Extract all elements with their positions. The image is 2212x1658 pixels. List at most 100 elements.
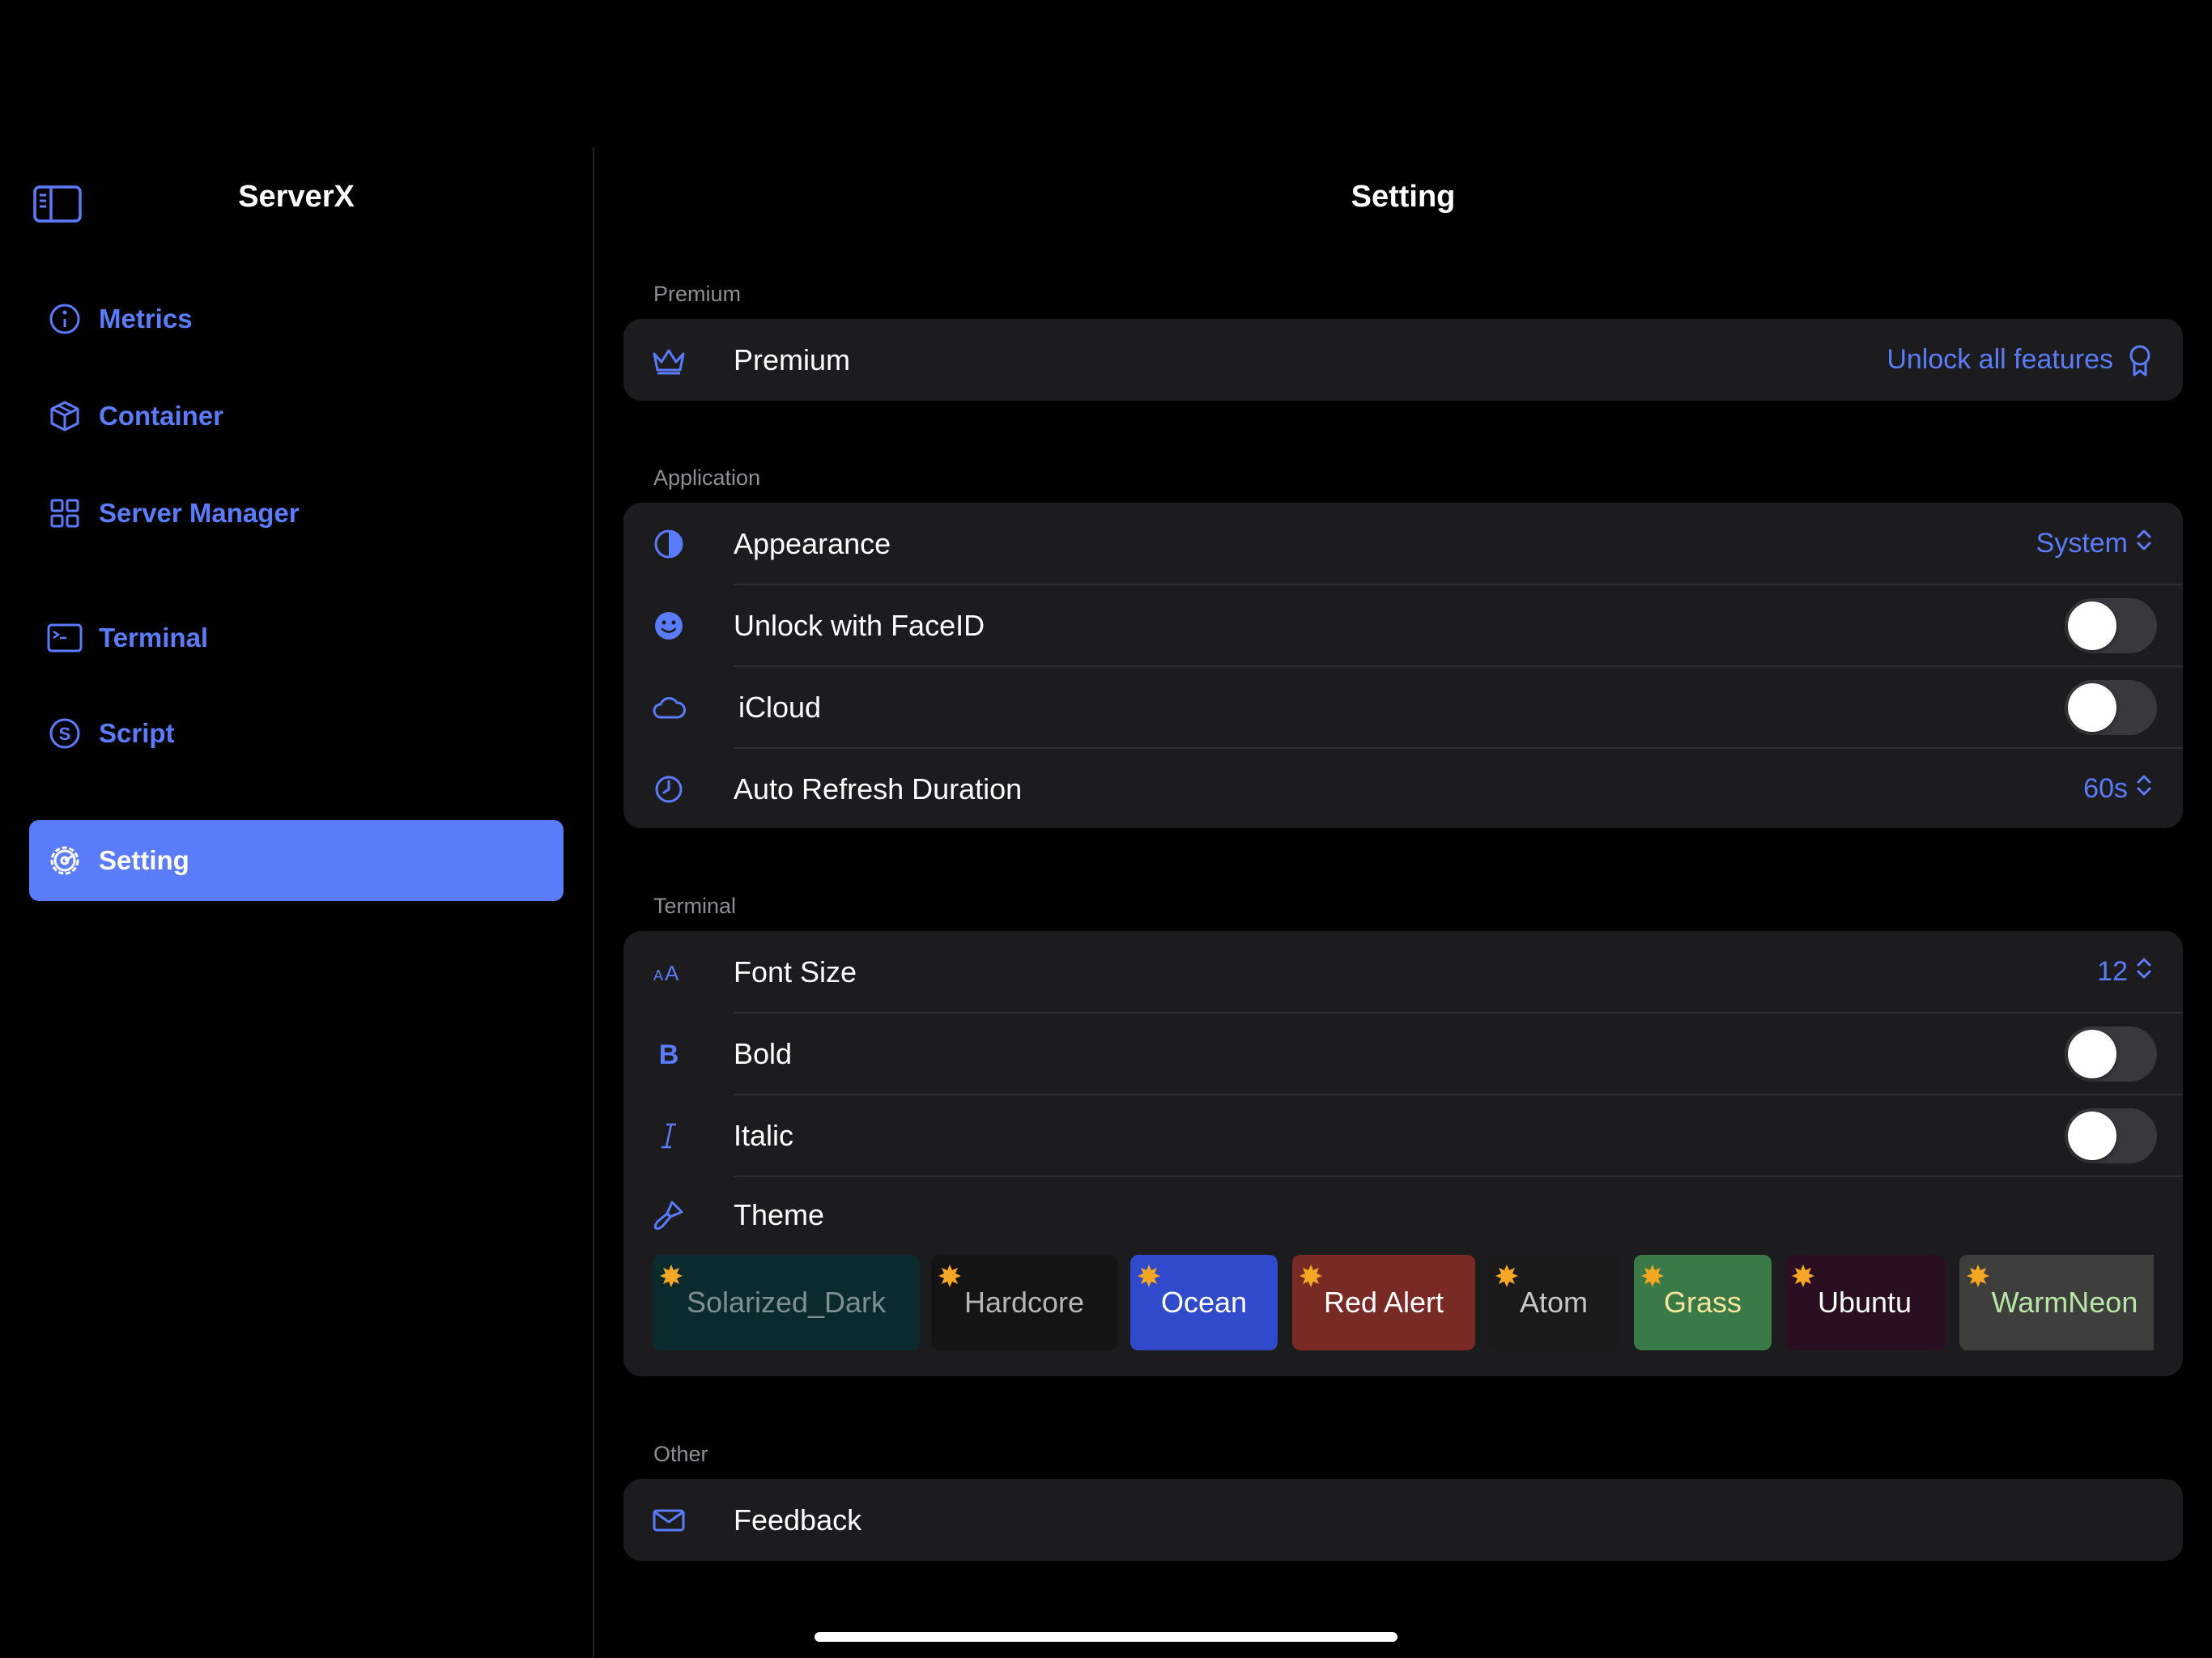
faceid-toggle[interactable]: [2065, 597, 2157, 653]
theme-chip-label: Ocean: [1160, 1286, 1248, 1319]
font-size-row[interactable]: AA Font Size 12: [623, 931, 2183, 1013]
unlock-label: Unlock all features: [1887, 344, 2113, 375]
theme-chip-solarized-dark[interactable]: Solarized_Dark: [653, 1255, 920, 1350]
chevron-up-down-icon: [2136, 528, 2152, 559]
theme-row: Theme: [623, 1174, 2183, 1256]
section-header-premium: Premium: [653, 282, 742, 306]
application-card: Appearance System Unlock with FaceID iCl…: [623, 503, 2183, 828]
text-size-icon: AA: [649, 953, 688, 992]
icloud-toggle[interactable]: [2065, 679, 2157, 735]
toggle-knob: [2068, 1111, 2116, 1160]
sun-icon: [1791, 1261, 1815, 1287]
bold-row: B Bold: [623, 1013, 2183, 1095]
toggle-knob: [2068, 1029, 2116, 1078]
theme-chip-atom[interactable]: Atom: [1488, 1255, 1619, 1350]
terminal-card: AA Font Size 12 B Bold Italic Theme Sola…: [623, 931, 2183, 1376]
theme-chip-hardcore[interactable]: Hardcore: [931, 1255, 1117, 1350]
font-size-value: 12: [2097, 956, 2128, 987]
sun-icon: [1640, 1261, 1665, 1287]
cube-icon: [47, 398, 83, 434]
refresh-row[interactable]: Auto Refresh Duration 60s: [623, 748, 2183, 828]
font-size-label: Font Size: [734, 954, 857, 988]
section-header-other: Other: [653, 1442, 708, 1466]
icloud-label: iCloud: [738, 690, 822, 724]
refresh-picker[interactable]: 60s: [2083, 773, 2152, 805]
theme-chip-label: Ubuntu: [1817, 1286, 1912, 1319]
appearance-row[interactable]: Appearance System: [623, 503, 2183, 585]
theme-strip[interactable]: Solarized_Dark Hardcore Ocean Red Alert …: [653, 1255, 2154, 1350]
svg-text:S: S: [59, 724, 71, 744]
face-icon: [649, 606, 688, 645]
chevron-up-down-icon: [2136, 956, 2152, 988]
script-icon: S: [47, 716, 83, 751]
other-card: Feedback: [623, 1479, 2183, 1561]
appearance-picker[interactable]: System: [2036, 528, 2152, 559]
italic-toggle[interactable]: [2065, 1107, 2157, 1163]
font-size-picker[interactable]: 12: [2097, 956, 2152, 988]
theme-chip-ubuntu[interactable]: Ubuntu: [1784, 1255, 1945, 1350]
crown-icon: [649, 341, 688, 380]
app-title: ServerX: [238, 180, 355, 214]
settings-main: Setting Premium Premium Unlock all featu…: [594, 0, 2212, 1658]
sidebar-item-label: Script: [99, 718, 175, 748]
theme-chip-label: WarmNeon: [1991, 1286, 2138, 1319]
cloud-icon: [649, 688, 688, 727]
toggle-knob: [2068, 682, 2116, 732]
sidebar-item-terminal[interactable]: Terminal: [29, 597, 564, 678]
award-icon: [2128, 344, 2152, 376]
chevron-up-down-icon: [2136, 773, 2152, 805]
home-indicator: [815, 1632, 1397, 1642]
sun-icon: [938, 1261, 962, 1287]
feedback-label: Feedback: [734, 1503, 862, 1537]
icloud-row: iCloud: [623, 666, 2183, 748]
bold-icon: B: [649, 1035, 688, 1073]
sun-icon: [659, 1261, 683, 1287]
sidebar-item-server-manager[interactable]: Server Manager: [29, 473, 564, 554]
grid-icon: [47, 495, 83, 531]
sidebar-item-metrics[interactable]: Metrics: [29, 278, 564, 359]
theme-chip-label: Atom: [1519, 1286, 1589, 1319]
theme-chip-grass[interactable]: Grass: [1634, 1255, 1772, 1350]
feedback-row[interactable]: Feedback: [623, 1479, 2183, 1561]
faceid-label: Unlock with FaceID: [734, 608, 985, 642]
sidebar-item-setting[interactable]: Setting: [29, 820, 564, 901]
gauge-icon: [47, 301, 83, 337]
faceid-row: Unlock with FaceID: [623, 585, 2183, 666]
clock-icon: [649, 770, 688, 809]
refresh-value: 60s: [2083, 773, 2128, 804]
sidebar-item-script[interactable]: S Script: [29, 693, 564, 774]
theme-chip-label: Solarized_Dark: [686, 1286, 887, 1319]
envelope-icon: [649, 1501, 688, 1540]
sun-icon: [1495, 1261, 1519, 1287]
sidebar-item-label: Server Manager: [99, 498, 300, 528]
page-title: Setting: [1351, 180, 1456, 214]
paintbrush-icon: [649, 1196, 688, 1235]
sidebar-item-container[interactable]: Container: [29, 376, 564, 457]
theme-chip-red-alert[interactable]: Red Alert: [1292, 1255, 1475, 1350]
sidebar-item-label: Container: [99, 401, 224, 431]
unlock-all-features-link[interactable]: Unlock all features: [1887, 344, 2152, 376]
svg-text:A: A: [653, 967, 663, 984]
sidebar-item-label: Setting: [99, 845, 189, 875]
theme-chip-warmneon[interactable]: WarmNeon: [1959, 1255, 2154, 1350]
bold-toggle[interactable]: [2065, 1026, 2157, 1082]
svg-text:A: A: [665, 961, 679, 984]
theme-label: Theme: [734, 1197, 825, 1231]
sun-icon: [1299, 1261, 1323, 1287]
appearance-value: System: [2035, 528, 2128, 559]
theme-chip-label: Hardcore: [963, 1286, 1085, 1319]
gear-icon: [47, 843, 83, 878]
premium-card: Premium Unlock all features: [623, 319, 2183, 401]
italic-row: Italic: [623, 1095, 2183, 1176]
theme-chip-label: Grass: [1663, 1286, 1742, 1319]
refresh-label: Auto Refresh Duration: [734, 772, 1023, 806]
section-header-terminal: Terminal: [653, 894, 737, 918]
sidebar: ServerX Metrics Container Server Manager…: [0, 0, 593, 1658]
italic-label: Italic: [734, 1118, 794, 1152]
section-header-application: Application: [653, 466, 761, 490]
premium-row[interactable]: Premium Unlock all features: [623, 319, 2183, 401]
theme-chip-ocean[interactable]: Ocean: [1130, 1255, 1278, 1350]
premium-label: Premium: [734, 342, 851, 376]
italic-icon: [649, 1116, 688, 1155]
theme-chip-label: Red Alert: [1323, 1286, 1444, 1319]
